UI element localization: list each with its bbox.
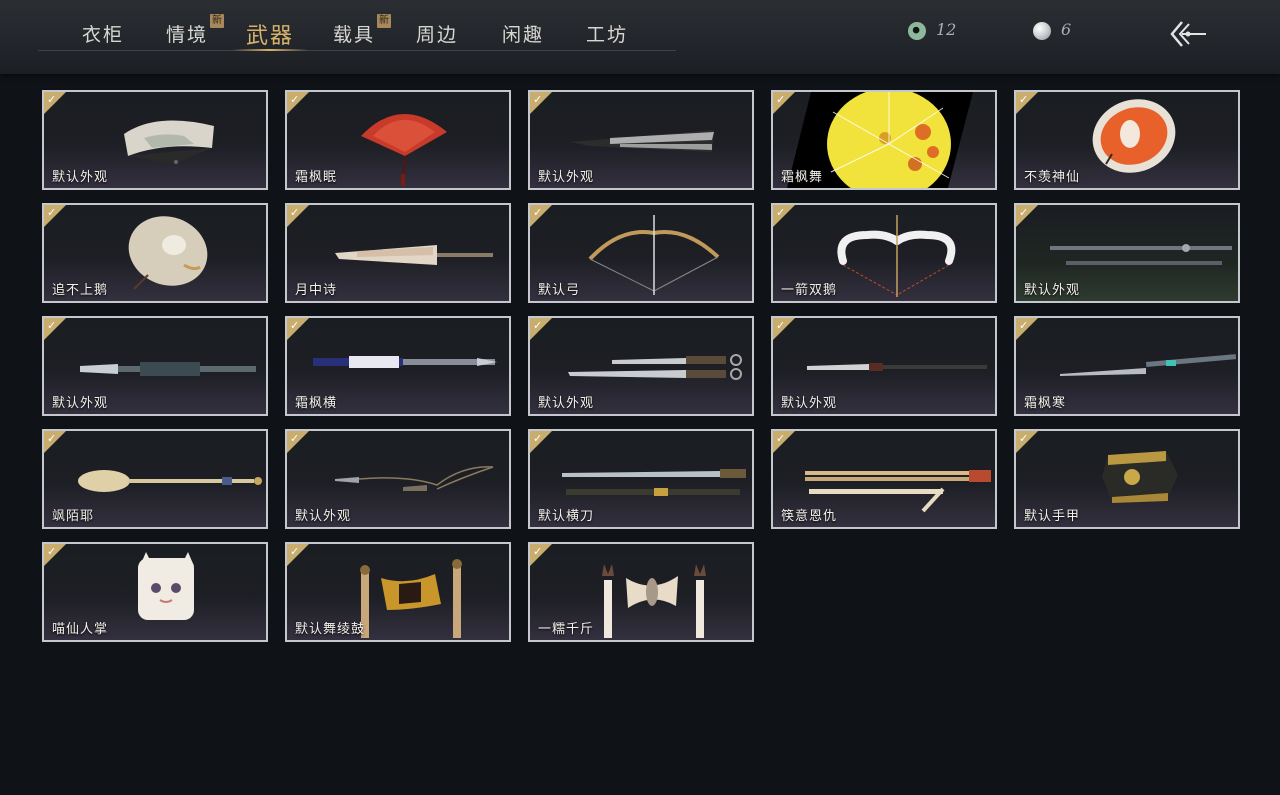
item-name: 一箭双鹅	[781, 283, 838, 298]
weapon-card[interactable]: ✓ 一箭双鹅	[771, 203, 997, 303]
item-name: 霜枫寒	[1024, 396, 1067, 411]
check-icon: ✓	[47, 206, 57, 219]
tab-wardrobe[interactable]: 衣柜	[82, 20, 124, 48]
tab-label: 周边	[416, 24, 459, 46]
check-icon: ✓	[290, 319, 300, 332]
tab-label: 情境	[166, 24, 209, 46]
weapon-card[interactable]: ✓ 霜枫横	[285, 316, 511, 416]
check-icon: ✓	[776, 432, 786, 445]
jade-coin-icon	[908, 21, 926, 40]
check-icon: ✓	[1019, 432, 1029, 445]
tab-merch[interactable]: 周边	[416, 20, 458, 48]
tab-vehicles[interactable]: 载具新	[333, 14, 392, 48]
item-name: 默认外观	[295, 509, 352, 524]
item-name: 默认手甲	[1024, 509, 1081, 524]
tab-scenes[interactable]: 情境新	[166, 14, 225, 48]
tab-label: 工坊	[586, 24, 629, 46]
item-name: 默认外观	[538, 396, 595, 411]
item-name: 月中诗	[295, 283, 338, 298]
weapon-card[interactable]: ✓ 霜枫舞	[771, 90, 997, 190]
check-icon: ✓	[47, 93, 57, 106]
item-name: 霜枫舞	[781, 170, 824, 185]
check-icon: ✓	[533, 206, 543, 219]
item-name: 霜枫眠	[295, 170, 338, 185]
item-name: 喵仙人掌	[52, 622, 109, 637]
item-name: 默认外观	[1024, 283, 1081, 298]
weapon-card[interactable]: ✓ 默认弓	[528, 203, 754, 303]
new-badge: 新	[377, 14, 392, 28]
weapon-card[interactable]: ✓ 霜枫眠	[285, 90, 511, 190]
new-badge: 新	[210, 14, 225, 28]
weapon-card[interactable]: ✓ 一糯千斤	[528, 542, 754, 642]
weapon-card[interactable]: ✓ 默认外观	[42, 90, 268, 190]
item-name: 默认横刀	[538, 509, 595, 524]
top-nav-bar: 衣柜 情境新 武器 载具新 周边 闲趣 工坊 12 6	[0, 0, 1280, 74]
check-icon: ✓	[47, 545, 57, 558]
check-icon: ✓	[47, 319, 57, 332]
item-name: 筷意恩仇	[781, 509, 838, 524]
back-button[interactable]	[1166, 18, 1210, 50]
weapon-card[interactable]: ✓ 喵仙人掌	[42, 542, 268, 642]
tab-weapons[interactable]: 武器	[231, 18, 309, 51]
item-name: 霜枫横	[295, 396, 338, 411]
check-icon: ✓	[533, 93, 543, 106]
item-name: 默认外观	[538, 170, 595, 185]
item-name: 不羡神仙	[1024, 170, 1081, 185]
item-name: 默认外观	[52, 170, 109, 185]
check-icon: ✓	[533, 432, 543, 445]
check-icon: ✓	[1019, 93, 1029, 106]
item-name: 追不上鹅	[52, 283, 109, 298]
check-icon: ✓	[290, 545, 300, 558]
item-name: 飒陌耶	[52, 509, 95, 524]
tab-label: 载具	[333, 24, 376, 46]
back-arrow-icon	[1170, 21, 1206, 47]
weapon-card[interactable]: ✓ 默认外观	[771, 316, 997, 416]
weapon-card[interactable]: ✓ 追不上鹅	[42, 203, 268, 303]
jade-currency: 12	[908, 20, 956, 44]
item-name: 默认外观	[781, 396, 838, 411]
check-icon: ✓	[533, 545, 543, 558]
item-name: 一糯千斤	[538, 622, 595, 637]
weapon-card[interactable]: ✓ 默认手甲	[1014, 429, 1240, 529]
check-icon: ✓	[776, 206, 786, 219]
tab-label: 衣柜	[82, 24, 125, 46]
tab-label: 武器	[246, 24, 295, 49]
item-name: 默认外观	[52, 396, 109, 411]
check-icon: ✓	[290, 206, 300, 219]
weapon-card[interactable]: ✓ 默认外观	[42, 316, 268, 416]
weapon-card[interactable]: ✓ 默认外观	[528, 90, 754, 190]
weapon-card[interactable]: ✓ 霜枫寒	[1014, 316, 1240, 416]
tab-label: 闲趣	[502, 24, 545, 46]
check-icon: ✓	[776, 93, 786, 106]
pearl-amount: 6	[1061, 20, 1072, 39]
pearl-currency: 6	[1033, 20, 1071, 44]
check-icon: ✓	[290, 432, 300, 445]
check-icon: ✓	[776, 319, 786, 332]
weapon-card[interactable]: ✓ 默认舞绫鼓	[285, 542, 511, 642]
item-name: 默认弓	[538, 283, 581, 298]
weapon-card[interactable]: ✓ 月中诗	[285, 203, 511, 303]
weapon-card[interactable]: ✓ 默认外观	[1014, 203, 1240, 303]
category-tabs: 衣柜 情境新 武器 载具新 周边 闲趣 工坊	[38, 0, 676, 51]
weapon-card[interactable]: ✓ 默认外观	[285, 429, 511, 529]
weapon-card[interactable]: ✓ 飒陌耶	[42, 429, 268, 529]
check-icon: ✓	[533, 319, 543, 332]
tab-workshop[interactable]: 工坊	[586, 20, 628, 48]
item-name: 默认舞绫鼓	[295, 622, 366, 637]
weapon-card[interactable]: ✓ 筷意恩仇	[771, 429, 997, 529]
weapon-card[interactable]: ✓ 默认横刀	[528, 429, 754, 529]
weapon-card[interactable]: ✓ 默认外观	[528, 316, 754, 416]
check-icon: ✓	[1019, 319, 1029, 332]
check-icon: ✓	[47, 432, 57, 445]
check-icon: ✓	[290, 93, 300, 106]
weapon-card[interactable]: ✓ 不羡神仙	[1014, 90, 1240, 190]
tab-leisure[interactable]: 闲趣	[502, 20, 544, 48]
pearl-icon	[1033, 21, 1051, 40]
check-icon: ✓	[1019, 206, 1029, 219]
jade-amount: 12	[936, 20, 957, 39]
